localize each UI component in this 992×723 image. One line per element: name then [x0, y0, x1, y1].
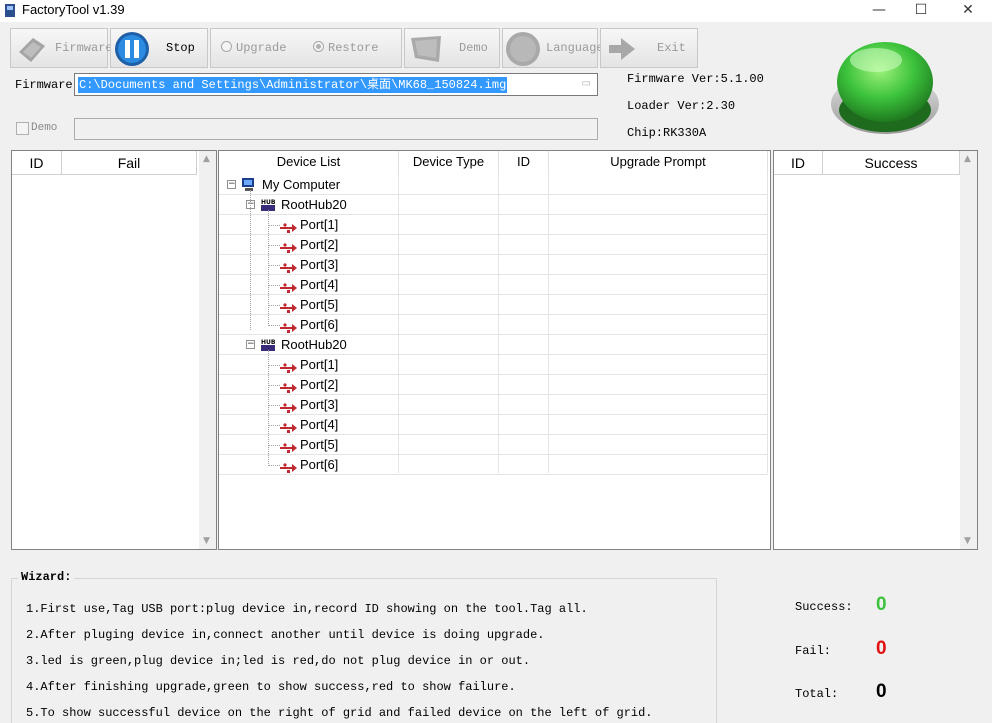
col-device-list[interactable]: Device List: [219, 151, 399, 173]
board-icon: [411, 36, 441, 62]
wizard-line: 5.To show successful device on the right…: [26, 706, 653, 720]
port-label[interactable]: Port[5]: [300, 435, 338, 455]
scroll-up-icon[interactable]: ▲: [964, 154, 971, 164]
demo-checkbox[interactable]: [16, 122, 29, 135]
demo-input[interactable]: [74, 118, 598, 140]
wizard-line: 3.led is green,plug device in;led is red…: [26, 654, 531, 668]
total-count: 0: [876, 681, 887, 702]
svg-text:HUB: HUB: [261, 339, 276, 346]
chip-icon: [19, 38, 45, 62]
restore-radio[interactable]: [313, 41, 324, 52]
demo-button[interactable]: Demo: [404, 28, 500, 68]
scroll-up-icon[interactable]: ▲: [203, 154, 210, 164]
success-table: ID Success ▲ ▼: [773, 150, 978, 550]
firmware-button-label: Firmware: [55, 41, 113, 55]
firmware-path-value: C:\Documents and Settings\Administrator\…: [78, 77, 508, 93]
upgrade-radio[interactable]: [221, 41, 232, 52]
exit-button-label: Exit: [657, 41, 686, 55]
port-label[interactable]: Port[3]: [300, 255, 338, 275]
app-icon: [5, 4, 15, 17]
collapse-icon[interactable]: −: [227, 180, 236, 189]
port-label[interactable]: Port[6]: [300, 315, 338, 335]
fail-scrollbar[interactable]: ▲ ▼: [199, 151, 216, 549]
demo-checkbox-label[interactable]: Demo: [31, 122, 57, 134]
firmware-path-input[interactable]: C:\Documents and Settings\Administrator\…: [74, 73, 598, 96]
port-label[interactable]: Port[4]: [300, 275, 338, 295]
stop-button-label: Stop: [166, 41, 195, 55]
language-button[interactable]: Language: [502, 28, 604, 68]
exit-button[interactable]: Exit: [600, 28, 698, 68]
close-button[interactable]: ✕: [945, 0, 991, 22]
tree-root-label[interactable]: My Computer: [262, 175, 340, 195]
port-label[interactable]: Port[6]: [300, 455, 338, 475]
minimize-button[interactable]: —: [856, 0, 902, 22]
language-button-label: Language: [546, 41, 604, 55]
fail-count: 0: [876, 638, 887, 659]
success-col-id[interactable]: ID: [774, 151, 823, 175]
success-col-success[interactable]: Success: [823, 151, 960, 175]
factorytool-window: FactoryTool v1.39 — ☐ ✕ Firmware Stop Up…: [0, 0, 992, 723]
svg-text:HUB: HUB: [261, 199, 276, 206]
fail-col-fail[interactable]: Fail: [62, 151, 197, 175]
port-label[interactable]: Port[3]: [300, 395, 338, 415]
device-grid: Device List Device Type ID Upgrade Promp…: [218, 150, 771, 550]
port-label[interactable]: Port[1]: [300, 355, 338, 375]
usb-port-icon: [279, 459, 297, 478]
upgrade-radio-label[interactable]: Upgrade: [236, 41, 286, 55]
fail-col-id[interactable]: ID: [12, 151, 62, 175]
fail-table: ID Fail ▲ ▼: [11, 150, 217, 550]
firmware-label: Firmware: [15, 78, 73, 92]
scroll-down-icon[interactable]: ▼: [964, 536, 971, 546]
firmware-button[interactable]: Firmware: [10, 28, 113, 68]
exit-arrow-icon: [609, 38, 635, 60]
port-label[interactable]: Port[2]: [300, 375, 338, 395]
chip-name: Chip:RK330A: [627, 126, 707, 140]
demo-button-label: Demo: [459, 41, 488, 55]
port-label[interactable]: Port[4]: [300, 415, 338, 435]
stop-button[interactable]: Stop: [110, 28, 208, 68]
col-upgrade-prompt[interactable]: Upgrade Prompt: [549, 151, 768, 173]
port-label[interactable]: Port[5]: [300, 295, 338, 315]
port-label[interactable]: Port[1]: [300, 215, 338, 235]
wizard-line: 2.After pluging device in,connect anothe…: [26, 628, 545, 642]
title-bar: FactoryTool v1.39 — ☐ ✕: [0, 0, 992, 22]
col-id[interactable]: ID: [499, 151, 549, 173]
col-device-type[interactable]: Device Type: [399, 151, 499, 173]
pause-icon: [115, 32, 149, 66]
wizard-title: Wizard:: [18, 570, 75, 584]
status-light-icon: [831, 42, 939, 134]
hub-label[interactable]: RootHub20: [281, 335, 347, 355]
dropdown-icon[interactable]: ▭: [582, 78, 591, 90]
fail-count-label: Fail:: [795, 644, 832, 658]
success-count: 0: [876, 594, 887, 615]
wizard-box: [11, 578, 717, 723]
success-count-label: Success:: [795, 600, 853, 614]
globe-icon: [506, 32, 540, 66]
total-count-label: Total:: [795, 687, 839, 701]
window-title: FactoryTool v1.39: [22, 2, 125, 17]
collapse-icon[interactable]: −: [246, 340, 255, 349]
port-label[interactable]: Port[2]: [300, 235, 338, 255]
firmware-version: Firmware Ver:5.1.00: [627, 72, 764, 86]
maximize-button[interactable]: ☐: [898, 0, 944, 22]
scroll-down-icon[interactable]: ▼: [203, 536, 210, 546]
computer-icon: [241, 177, 257, 197]
success-scrollbar[interactable]: ▲ ▼: [960, 151, 977, 549]
wizard-line: 1.First use,Tag USB port:plug device in,…: [26, 602, 588, 616]
wizard-line: 4.After finishing upgrade,green to show …: [26, 680, 516, 694]
mode-group: Upgrade Restore: [210, 28, 402, 68]
restore-radio-label[interactable]: Restore: [328, 41, 378, 55]
loader-version: Loader Ver:2.30: [627, 99, 736, 113]
hub-label[interactable]: RootHub20: [281, 195, 347, 215]
